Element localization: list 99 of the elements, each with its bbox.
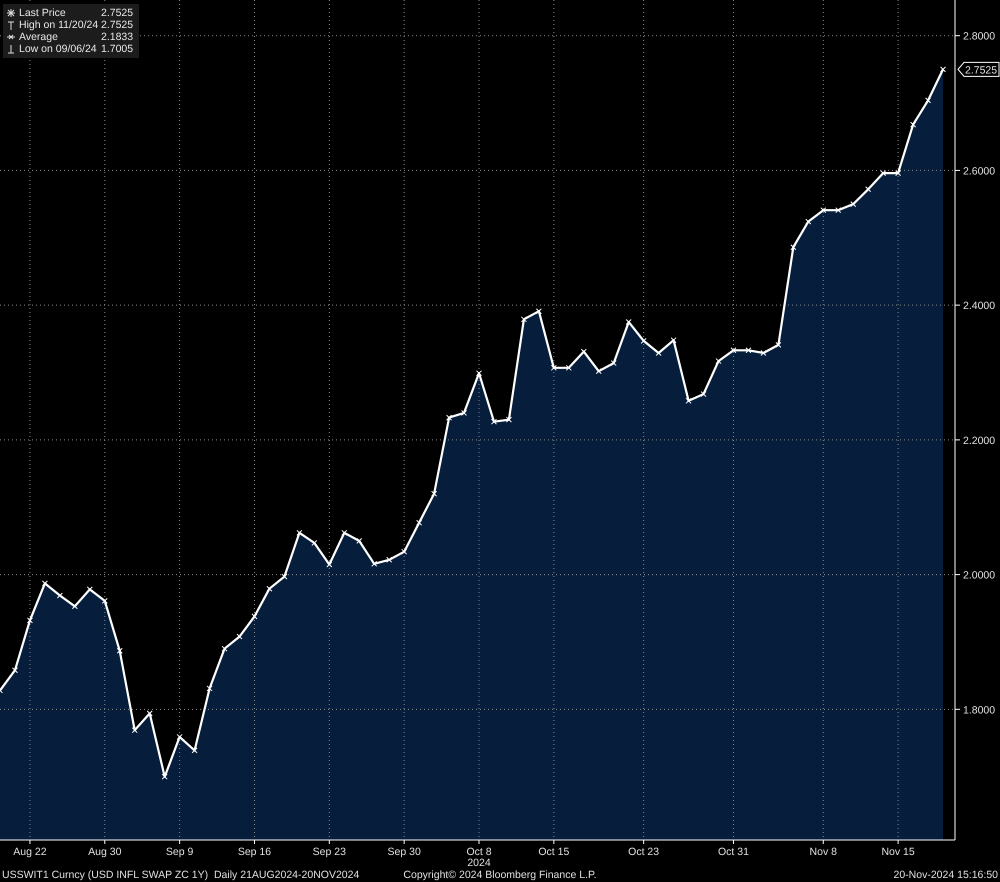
point-marker — [850, 201, 856, 208]
legend-value: 2.7525 — [101, 19, 134, 31]
point-marker — [640, 338, 647, 344]
point-marker — [790, 244, 796, 250]
y-tick-label: 2.6000 — [963, 165, 996, 178]
legend-marker-icon — [7, 20, 15, 30]
y-tick-label: 1.8000 — [963, 704, 996, 716]
point-marker — [580, 348, 587, 355]
point-marker — [925, 97, 932, 104]
y-tick-label: 2.8000 — [963, 30, 996, 43]
point-marker — [686, 398, 692, 404]
point-marker — [536, 308, 542, 314]
point-marker — [910, 122, 916, 128]
point-marker — [490, 418, 497, 425]
point-marker — [820, 207, 826, 214]
point-marker — [895, 170, 902, 176]
series-description: USSWIT1 Curncy (USD INFL SWAP ZC 1Y) Daily 21AUG2024-20NOV2024 — [2, 869, 360, 881]
point-marker — [266, 586, 272, 592]
point-marker — [176, 734, 183, 740]
point-marker — [251, 613, 258, 620]
y-tick-label: 2.4000 — [963, 300, 996, 312]
point-marker — [431, 490, 438, 497]
x-tick-label: Nov 8 — [810, 846, 837, 858]
point-marker — [12, 667, 18, 674]
y-tick-label: 2.0000 — [963, 570, 996, 582]
x-tick-label: Nov 15 — [881, 846, 915, 858]
copyright-notice: Copyright© 2024 Bloomberg Finance L.P. — [403, 869, 597, 881]
x-tick-label: Sep 30 — [388, 846, 421, 858]
point-marker — [222, 646, 228, 652]
x-tick-label: Sep 16 — [238, 846, 272, 858]
point-marker — [775, 342, 782, 348]
y-tick-label: 2.2000 — [963, 434, 996, 447]
point-marker — [371, 560, 378, 567]
x-tick-label: Aug 22 — [13, 846, 47, 858]
point-marker — [102, 598, 108, 604]
legend-label: Low on 09/06/24 — [19, 43, 97, 55]
point-marker — [146, 710, 153, 716]
point-marker — [596, 368, 602, 374]
point-marker — [416, 520, 422, 526]
legend-value: 1.7005 — [101, 43, 134, 55]
legend-label: Last Price — [19, 7, 67, 19]
point-marker — [132, 727, 138, 734]
point-marker — [610, 360, 617, 366]
x-tick-label: Aug 30 — [88, 846, 122, 858]
point-marker — [326, 562, 332, 568]
point-marker — [192, 747, 198, 754]
point-marker — [880, 170, 886, 176]
point-marker — [356, 538, 362, 544]
x-tick-label: Oct 15 — [538, 846, 570, 858]
last-price-tag: 2.7525 — [957, 62, 1000, 77]
point-marker — [401, 548, 408, 555]
point-marker — [520, 316, 527, 322]
point-marker — [236, 634, 242, 640]
point-marker — [550, 364, 557, 371]
point-marker — [506, 416, 512, 423]
x-tick-label: Oct 8 — [466, 846, 492, 858]
point-marker — [162, 774, 168, 780]
point-marker — [281, 574, 288, 580]
point-marker — [56, 592, 63, 598]
point-marker — [805, 218, 812, 225]
point-marker — [311, 540, 318, 546]
point-marker — [865, 186, 872, 192]
point-marker — [86, 586, 93, 592]
point-marker — [446, 414, 452, 421]
point-marker — [296, 530, 302, 536]
point-marker — [716, 358, 722, 364]
point-marker — [940, 66, 946, 72]
legend-value: 2.1833 — [101, 31, 134, 43]
point-marker — [656, 350, 662, 356]
x-tick-label: Sep 23 — [312, 846, 346, 858]
point-marker — [700, 391, 707, 398]
point-marker — [72, 603, 78, 610]
point-marker — [42, 580, 48, 586]
legend-marker-icon — [7, 44, 15, 54]
point-marker — [26, 617, 33, 624]
x-tick-label: Oct 23 — [628, 846, 660, 858]
point-marker — [206, 685, 213, 692]
point-marker — [730, 347, 736, 354]
x-tick-label: Oct 31 — [718, 846, 749, 858]
point-marker — [461, 410, 468, 416]
legend-label: High on 11/20/24 — [19, 19, 97, 31]
legend-value: 2.7525 — [101, 7, 134, 19]
point-marker — [386, 556, 392, 563]
year-label: 2024 — [467, 857, 491, 868]
point-marker — [566, 364, 572, 371]
legend-marker-icon — [7, 8, 15, 18]
point-marker — [760, 350, 766, 356]
point-marker — [670, 337, 677, 344]
legend-marker-icon — [7, 32, 15, 42]
point-marker — [835, 207, 842, 214]
point-marker — [626, 319, 632, 325]
point-marker — [116, 648, 123, 654]
point-marker — [0, 687, 3, 694]
x-tick-label: Sep 9 — [166, 846, 194, 858]
point-marker — [476, 370, 482, 376]
point-marker — [341, 530, 348, 536]
legend-label: Average — [19, 31, 59, 43]
point-marker — [745, 347, 752, 354]
timestamp: 20-Nov-2024 15:16:50 — [894, 869, 998, 881]
